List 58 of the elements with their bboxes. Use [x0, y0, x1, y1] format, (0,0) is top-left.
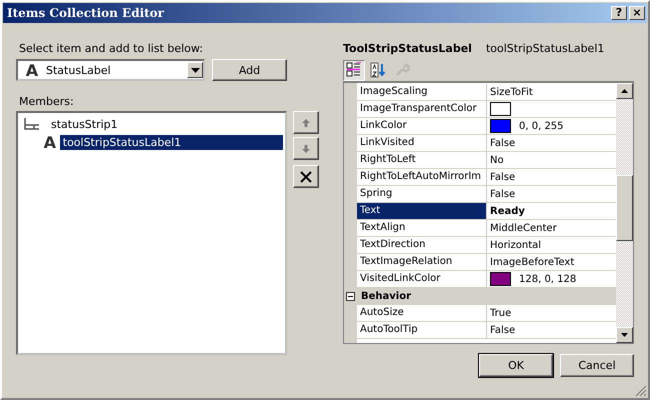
status-strip-icon	[24, 118, 40, 130]
select-label: Select item and add to list below:	[18, 42, 204, 56]
property-value[interactable]: True	[490, 308, 512, 318]
arrow-down-icon	[301, 144, 311, 154]
property-value[interactable]: Ready	[490, 206, 525, 216]
delete-button[interactable]	[293, 165, 319, 188]
property-value[interactable]: MiddleCenter	[490, 222, 557, 234]
help-button[interactable]: ?	[611, 6, 627, 20]
letter-a-icon: A	[18, 60, 46, 80]
x-icon	[299, 170, 313, 184]
property-value[interactable]: ImageBeforeText	[490, 256, 574, 268]
categorized-button[interactable]	[343, 60, 365, 80]
cancel-button[interactable]: Cancel	[560, 354, 634, 377]
scroll-up-button[interactable]	[616, 83, 633, 99]
property-name[interactable]: Text	[357, 203, 487, 220]
sort-az-icon	[370, 62, 386, 78]
scroll-thumb[interactable]	[616, 175, 633, 241]
property-name[interactable]: ImageScaling	[357, 84, 487, 101]
triangle-up-icon	[621, 89, 628, 93]
tree-item[interactable]: toolStripStatusLabel1	[60, 134, 283, 150]
ok-button[interactable]: OK	[479, 354, 553, 377]
property-name[interactable]: TextDirection	[357, 237, 487, 254]
close-button[interactable]: ×	[629, 6, 645, 20]
collapse-icon[interactable]	[346, 292, 355, 301]
property-name[interactable]: AutoSize	[357, 305, 487, 322]
letter-a-icon: A	[40, 132, 60, 152]
property-value[interactable]: False	[490, 188, 516, 200]
property-name[interactable]: TextAlign	[357, 220, 487, 237]
property-name[interactable]: ImageTransparentColor	[357, 101, 487, 118]
component-name-label: toolStripStatusLabel1	[486, 42, 604, 56]
window-title: Items Collection Editor	[7, 6, 164, 20]
arrow-up-icon	[301, 118, 311, 128]
property-name[interactable]: RightToLeft	[357, 152, 487, 169]
resize-grip-icon	[635, 385, 647, 397]
property-value[interactable]: 128, 0, 128	[519, 274, 576, 284]
property-value[interactable]: False	[490, 324, 516, 336]
property-name[interactable]: RightToLeftAutoMirrorIm	[357, 169, 487, 186]
component-type-label: ToolStripStatusLabel	[343, 42, 472, 56]
property-value[interactable]: No	[490, 154, 504, 166]
property-name[interactable]: AutoToolTip	[357, 322, 487, 339]
add-button[interactable]: Add	[212, 59, 287, 81]
property-value[interactable]: 0, 0, 255	[519, 120, 564, 132]
vertical-scrollbar[interactable]	[616, 83, 633, 343]
item-type-dropdown[interactable]: A StatusLabel	[16, 59, 205, 81]
property-name[interactable]: LinkVisited	[357, 135, 487, 152]
move-down-button[interactable]	[293, 137, 319, 160]
triangle-down-icon	[621, 333, 628, 337]
property-value[interactable]: False	[490, 172, 516, 182]
scroll-down-button[interactable]	[616, 327, 633, 343]
property-name[interactable]: LinkColor	[357, 118, 487, 135]
property-name[interactable]: TextImageRelation	[357, 254, 487, 271]
property-value[interactable]: SizeToFit	[490, 86, 533, 98]
members-label: Members:	[18, 95, 75, 109]
property-value[interactable]: Horizontal	[490, 240, 542, 250]
tree-item[interactable]: statusStrip1	[48, 116, 121, 132]
move-up-button[interactable]	[293, 111, 319, 134]
categorized-icon	[346, 62, 362, 78]
property-value[interactable]: False	[490, 138, 516, 148]
